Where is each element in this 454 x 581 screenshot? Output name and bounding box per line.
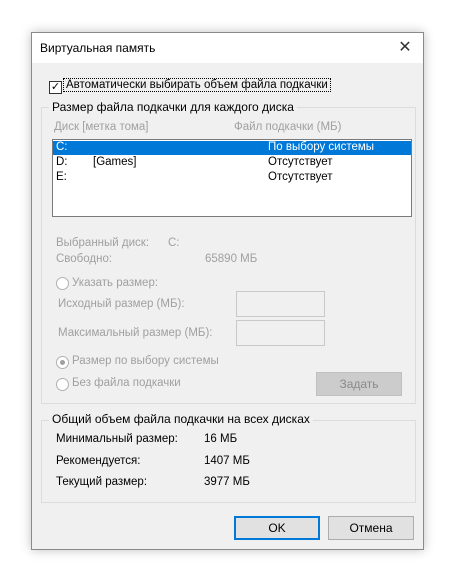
column-pagefile-header: Файл подкачки (МБ) <box>234 121 342 133</box>
free-space-value: 65890 МБ <box>205 253 258 265</box>
drive-pagefile: Отсутствует <box>268 156 333 168</box>
free-space-label: Свободно: <box>56 253 113 265</box>
recommended-value: 1407 МБ <box>204 455 250 467</box>
no-pagefile-radio[interactable] <box>56 378 69 391</box>
no-pagefile-label[interactable]: Без файла подкачки <box>72 377 181 389</box>
drive-pagefile: По выбору системы <box>268 141 375 153</box>
column-drive-header: Диск [метка тома] <box>54 121 149 133</box>
drive-volume-label: [Games] <box>93 156 137 168</box>
totals-caption: Общий объем файла подкачки на всех диска… <box>49 412 313 426</box>
drive-letter: D: <box>56 156 68 168</box>
selected-drive-value: C: <box>168 237 180 249</box>
drive-row-e[interactable]: E: Отсутствует <box>53 171 411 185</box>
ok-button[interactable]: OK <box>234 516 320 540</box>
drive-letter: C: <box>56 141 68 153</box>
close-icon[interactable]: ✕ <box>395 37 415 57</box>
current-size-label: Текущий размер: <box>56 476 148 488</box>
auto-manage-label[interactable]: Автоматически выбирать объем файла подка… <box>66 79 328 91</box>
radio-dot-icon <box>60 360 65 365</box>
title-bar: Виртуальная память ✕ <box>32 33 423 63</box>
recommended-label: Рекомендуется: <box>56 455 141 467</box>
drive-list[interactable]: C: По выбору системы D: [Games] Отсутств… <box>52 139 412 217</box>
max-size-field[interactable] <box>236 320 325 346</box>
max-size-label: Максимальный размер (МБ): <box>58 327 213 339</box>
current-size-value: 3977 МБ <box>204 476 250 488</box>
checkmark-icon: ✓ <box>50 81 61 93</box>
virtual-memory-dialog: Виртуальная память ✕ ✓ Автоматически выб… <box>31 32 424 550</box>
cancel-button[interactable]: Отмена <box>328 516 414 540</box>
initial-size-field[interactable] <box>236 291 325 317</box>
min-size-label: Минимальный размер: <box>56 433 178 445</box>
drive-pagefile: Отсутствует <box>268 171 333 183</box>
drive-letter: E: <box>56 171 67 183</box>
custom-size-radio[interactable] <box>56 277 69 290</box>
custom-size-label[interactable]: Указать размер: <box>72 277 158 289</box>
drive-row-d[interactable]: D: [Games] Отсутствует <box>53 156 411 170</box>
system-managed-label[interactable]: Размер по выбору системы <box>72 355 219 367</box>
initial-size-label: Исходный размер (МБ): <box>58 298 185 310</box>
window-title: Виртуальная память <box>40 41 156 55</box>
selected-drive-label: Выбранный диск: <box>56 237 150 249</box>
system-managed-radio[interactable] <box>56 356 69 369</box>
set-button[interactable]: Задать <box>316 372 402 396</box>
drive-row-c[interactable]: C: По выбору системы <box>53 141 411 155</box>
auto-manage-focus: Автоматически выбирать объем файла подка… <box>63 78 331 92</box>
min-size-value: 16 МБ <box>204 433 238 445</box>
auto-manage-checkbox[interactable]: ✓ <box>49 81 62 94</box>
per-drive-caption: Размер файла подкачки для каждого диска <box>49 100 297 114</box>
